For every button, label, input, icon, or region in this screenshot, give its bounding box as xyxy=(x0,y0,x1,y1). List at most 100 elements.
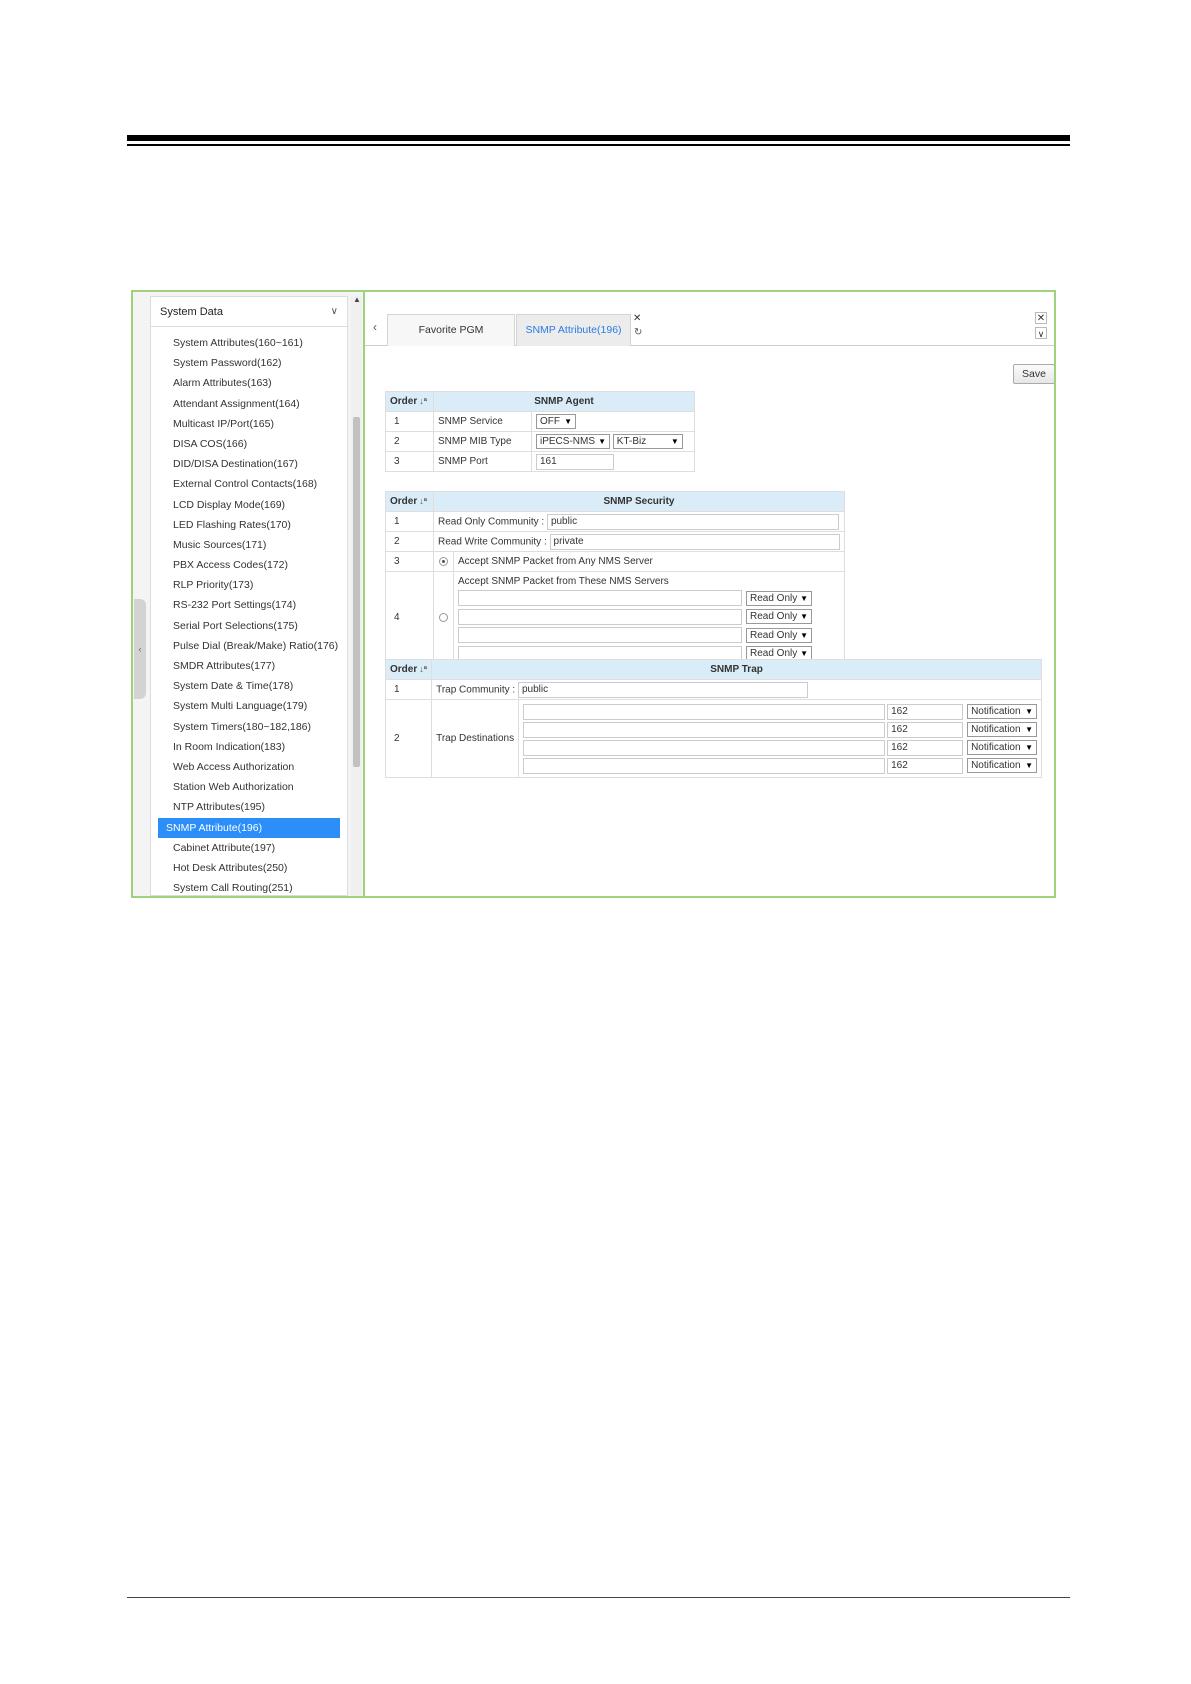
row-label: SNMP Port xyxy=(433,451,532,472)
nms-server-ip-input[interactable] xyxy=(458,627,742,643)
read-only-community-input[interactable]: public xyxy=(546,513,839,530)
scrollbar-thumb[interactable] xyxy=(353,417,360,767)
trap-port-input[interactable]: 162 xyxy=(887,757,964,774)
sidebar-item[interactable]: System Date & Time(178) xyxy=(158,676,340,696)
accept-any-nms-label: Accept SNMP Packet from Any NMS Server xyxy=(453,551,845,572)
sidebar-item[interactable]: Music Sources(171) xyxy=(158,535,340,555)
sidebar-item[interactable]: Hot Desk Attributes(250) xyxy=(158,858,340,878)
nav-scrollbar[interactable]: ▲ xyxy=(351,295,362,896)
sidebar-item[interactable]: Station Web Authorization xyxy=(158,777,340,797)
header-rule-thick xyxy=(127,135,1070,141)
close-all-icon[interactable]: ✕ xyxy=(1035,312,1047,324)
sidebar-item[interactable]: RLP Priority(173) xyxy=(158,575,340,595)
sidebar-item[interactable]: System Password(162) xyxy=(158,353,340,373)
trap-type-select[interactable]: Notification ▼ xyxy=(967,758,1038,773)
sidebar-item[interactable]: NTP Attributes(195) xyxy=(158,797,340,817)
tab-scroll-left-icon[interactable]: ‹ xyxy=(373,320,377,334)
sidebar-item[interactable]: SNMP Attribute(196) xyxy=(158,817,340,838)
nms-access-select[interactable]: Read Only ▼ xyxy=(746,627,812,643)
trap-destination-ip-input[interactable] xyxy=(523,703,886,720)
sidebar-item[interactable]: System Attributes(160~161) xyxy=(158,333,340,353)
trap-port-input[interactable]: 162 xyxy=(887,739,964,756)
sidebar-item[interactable]: System Call Routing(251) xyxy=(158,878,340,895)
dropdown-caret-icon: ▼ xyxy=(1025,761,1034,770)
trap-type-select[interactable]: Notification ▼ xyxy=(967,740,1038,755)
sidebar-item[interactable]: External Control Contacts(168) xyxy=(158,474,340,494)
nav-header-title: System Data xyxy=(160,305,223,318)
nms-access-select[interactable]: Read Only ▼ xyxy=(746,590,812,606)
table-row: 1 Trap Community : public xyxy=(384,679,1043,700)
row-value: 161 xyxy=(531,451,695,472)
snmp-agent-table: Order ↓ª SNMP Agent 1 SNMP Service OFF ▼ 2… xyxy=(385,391,695,472)
nms-access-select[interactable]: Read Only ▼ xyxy=(746,609,812,624)
sidebar-item[interactable]: System Timers(180~182,186) xyxy=(158,717,340,737)
row-number: 1 xyxy=(385,511,434,532)
snmp-port-input[interactable]: 161 xyxy=(536,453,614,470)
order-header[interactable]: Order ↓ª xyxy=(384,659,433,680)
trap-destination-ip-input[interactable] xyxy=(523,757,886,774)
sidebar-item[interactable]: PBX Access Codes(172) xyxy=(158,555,340,575)
right-pane: ‹ Favorite PGM SNMP Attribute(196) ✕ ↻ ✕… xyxy=(365,292,1054,896)
order-header[interactable]: Order ↓ª xyxy=(385,491,434,512)
sidebar-item[interactable]: Pulse Dial (Break/Make) Ratio(176) xyxy=(158,636,340,656)
trap-type-select[interactable]: Notification ▼ xyxy=(967,722,1038,737)
trap-port-input[interactable]: 162 xyxy=(887,703,964,720)
row-number: 3 xyxy=(385,451,434,472)
sidebar-item[interactable]: DID/DISA Destination(167) xyxy=(158,454,340,474)
select-value: Read Only xyxy=(750,629,798,641)
dropdown-caret-icon: ▼ xyxy=(1025,707,1034,716)
tab-snmp-attribute[interactable]: SNMP Attribute(196) xyxy=(516,314,631,346)
sort-icon[interactable]: ↓ª xyxy=(419,396,427,406)
sort-icon[interactable]: ↓ª xyxy=(419,496,427,506)
sidebar-item[interactable]: Web Access Authorization xyxy=(158,757,340,777)
tab-close-icon[interactable]: ✕ xyxy=(633,313,641,324)
tab-refresh-icon[interactable]: ↻ xyxy=(634,327,642,338)
sidebar-item[interactable]: Serial Port Selections(175) xyxy=(158,616,340,636)
save-button[interactable]: Save xyxy=(1013,364,1054,384)
mib-type-select[interactable]: iPECS-NMS ▼ xyxy=(536,434,610,449)
left-pane: ‹ System Data ∨ System Attributes(160~16… xyxy=(133,292,363,896)
read-write-community-input[interactable]: private xyxy=(549,533,840,550)
table-row: 3 SNMP Port 161 xyxy=(385,451,695,472)
sidebar-item[interactable]: LED Flashing Rates(170) xyxy=(158,515,340,535)
nms-server-ip-input[interactable] xyxy=(458,590,742,606)
sidebar-item[interactable]: In Room Indication(183) xyxy=(158,737,340,757)
sidebar-item[interactable]: LCD Display Mode(169) xyxy=(158,495,340,515)
sidebar-item[interactable]: Alarm Attributes(163) xyxy=(158,373,340,393)
dropdown-caret-icon: ▼ xyxy=(598,437,606,446)
select-value: KT-Biz xyxy=(616,436,647,447)
sidebar-item[interactable]: System Multi Language(179) xyxy=(158,696,340,716)
select-value: Notification xyxy=(971,760,1021,771)
scroll-up-icon[interactable]: ▲ xyxy=(353,295,361,304)
trap-community-input[interactable]: public xyxy=(517,681,808,698)
radio-cell xyxy=(433,551,454,572)
select-value: iPECS-NMS xyxy=(540,436,596,447)
sort-icon[interactable]: ↓ª xyxy=(419,664,427,674)
accept-these-nms-radio[interactable] xyxy=(439,612,448,622)
row-content: Read Only Community : public xyxy=(433,511,845,532)
tab-bar: ‹ Favorite PGM SNMP Attribute(196) ✕ ↻ ✕… xyxy=(365,312,1054,346)
trap-port-input[interactable]: 162 xyxy=(887,721,964,738)
sidebar-item[interactable]: SMDR Attributes(177) xyxy=(158,656,340,676)
accept-any-nms-radio[interactable] xyxy=(439,556,448,566)
mib-product-select[interactable]: KT-Biz ▼ xyxy=(612,434,683,449)
nms-server-ip-input[interactable] xyxy=(458,608,742,625)
trap-destination-ip-input[interactable] xyxy=(523,739,886,756)
sidebar-item[interactable]: Cabinet Attribute(197) xyxy=(158,838,340,858)
dropdown-caret-icon: ▼ xyxy=(1025,725,1034,734)
sidebar-item[interactable]: RS-232 Port Settings(174) xyxy=(158,595,340,615)
nms-server-row: Read Only ▼ xyxy=(458,608,840,626)
trap-destination-ip-input[interactable] xyxy=(523,721,886,738)
order-header[interactable]: Order ↓ª xyxy=(385,391,434,412)
sidebar-item[interactable]: Multicast IP/Port(165) xyxy=(158,414,340,434)
snmp-service-select[interactable]: OFF ▼ xyxy=(536,414,576,429)
sidebar-item[interactable]: Attendant Assignment(164) xyxy=(158,394,340,414)
nav-header[interactable]: System Data ∨ xyxy=(151,297,347,327)
trap-type-select[interactable]: Notification ▼ xyxy=(967,704,1038,719)
dropdown-caret-icon: ▼ xyxy=(564,417,572,426)
tab-favorite-pgm[interactable]: Favorite PGM xyxy=(387,314,515,346)
sidebar-item[interactable]: DISA COS(166) xyxy=(158,434,340,454)
tab-list-down-icon[interactable]: ∨ xyxy=(1035,327,1047,339)
collapse-sidebar-icon[interactable]: ‹ xyxy=(134,599,146,699)
chevron-down-icon[interactable]: ∨ xyxy=(331,306,338,317)
